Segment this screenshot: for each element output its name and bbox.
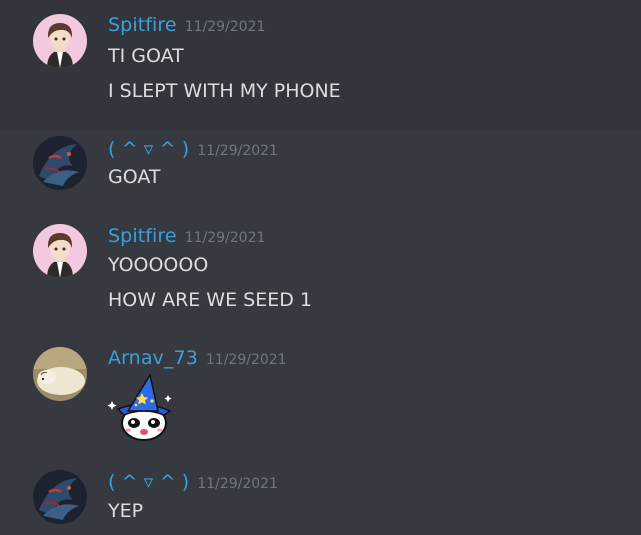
timestamp: 11/29/2021	[205, 352, 287, 368]
message-text: GOAT	[108, 166, 161, 188]
dark-dragon-avatar-icon	[33, 136, 87, 190]
message-group: Spitfire 11/29/2021 TI GOAT I SLEPT WITH …	[0, 0, 641, 130]
anime-boy-avatar-icon	[33, 224, 87, 278]
avatar[interactable]	[33, 470, 87, 524]
wizard-panda-emoji[interactable]	[106, 373, 176, 443]
dark-dragon-avatar-icon	[33, 470, 87, 524]
username[interactable]: ( ^ ▿ ^ )	[108, 471, 189, 493]
chat-message-list: Spitfire 11/29/2021 TI GOAT I SLEPT WITH …	[0, 0, 641, 535]
username[interactable]: ( ^ ▿ ^ )	[108, 138, 189, 160]
wizard-panda-icon	[107, 373, 172, 441]
anime-boy-avatar-icon	[33, 14, 87, 68]
avatar[interactable]	[33, 136, 87, 190]
avatar[interactable]	[33, 347, 87, 401]
message-text: YEP	[108, 500, 144, 522]
message-text: YOOOOOO	[108, 254, 209, 276]
avatar[interactable]	[33, 14, 87, 68]
message-text: TI GOAT	[108, 45, 184, 67]
avatar[interactable]	[33, 224, 87, 278]
message-group: Arnav_73 11/29/2021	[0, 335, 641, 460]
message-group: ( ^ ▿ ^ ) 11/29/2021 GOAT	[0, 130, 641, 210]
username[interactable]: Spitfire	[108, 225, 177, 247]
username[interactable]: Arnav_73	[108, 347, 198, 369]
username[interactable]: Spitfire	[108, 14, 177, 36]
timestamp: 11/29/2021	[184, 230, 266, 246]
timestamp: 11/29/2021	[184, 19, 266, 35]
message-group: Spitfire 11/29/2021 YOOOOOO HOW ARE WE SE…	[0, 210, 641, 335]
timestamp: 11/29/2021	[197, 476, 278, 492]
message-text: I SLEPT WITH MY PHONE	[108, 80, 341, 102]
sleeping-dog-avatar-icon	[33, 347, 87, 401]
message-text: HOW ARE WE SEED 1	[108, 289, 312, 311]
message-group: ( ^ ▿ ^ ) 11/29/2021 YEP	[0, 460, 641, 535]
timestamp: 11/29/2021	[197, 143, 278, 159]
